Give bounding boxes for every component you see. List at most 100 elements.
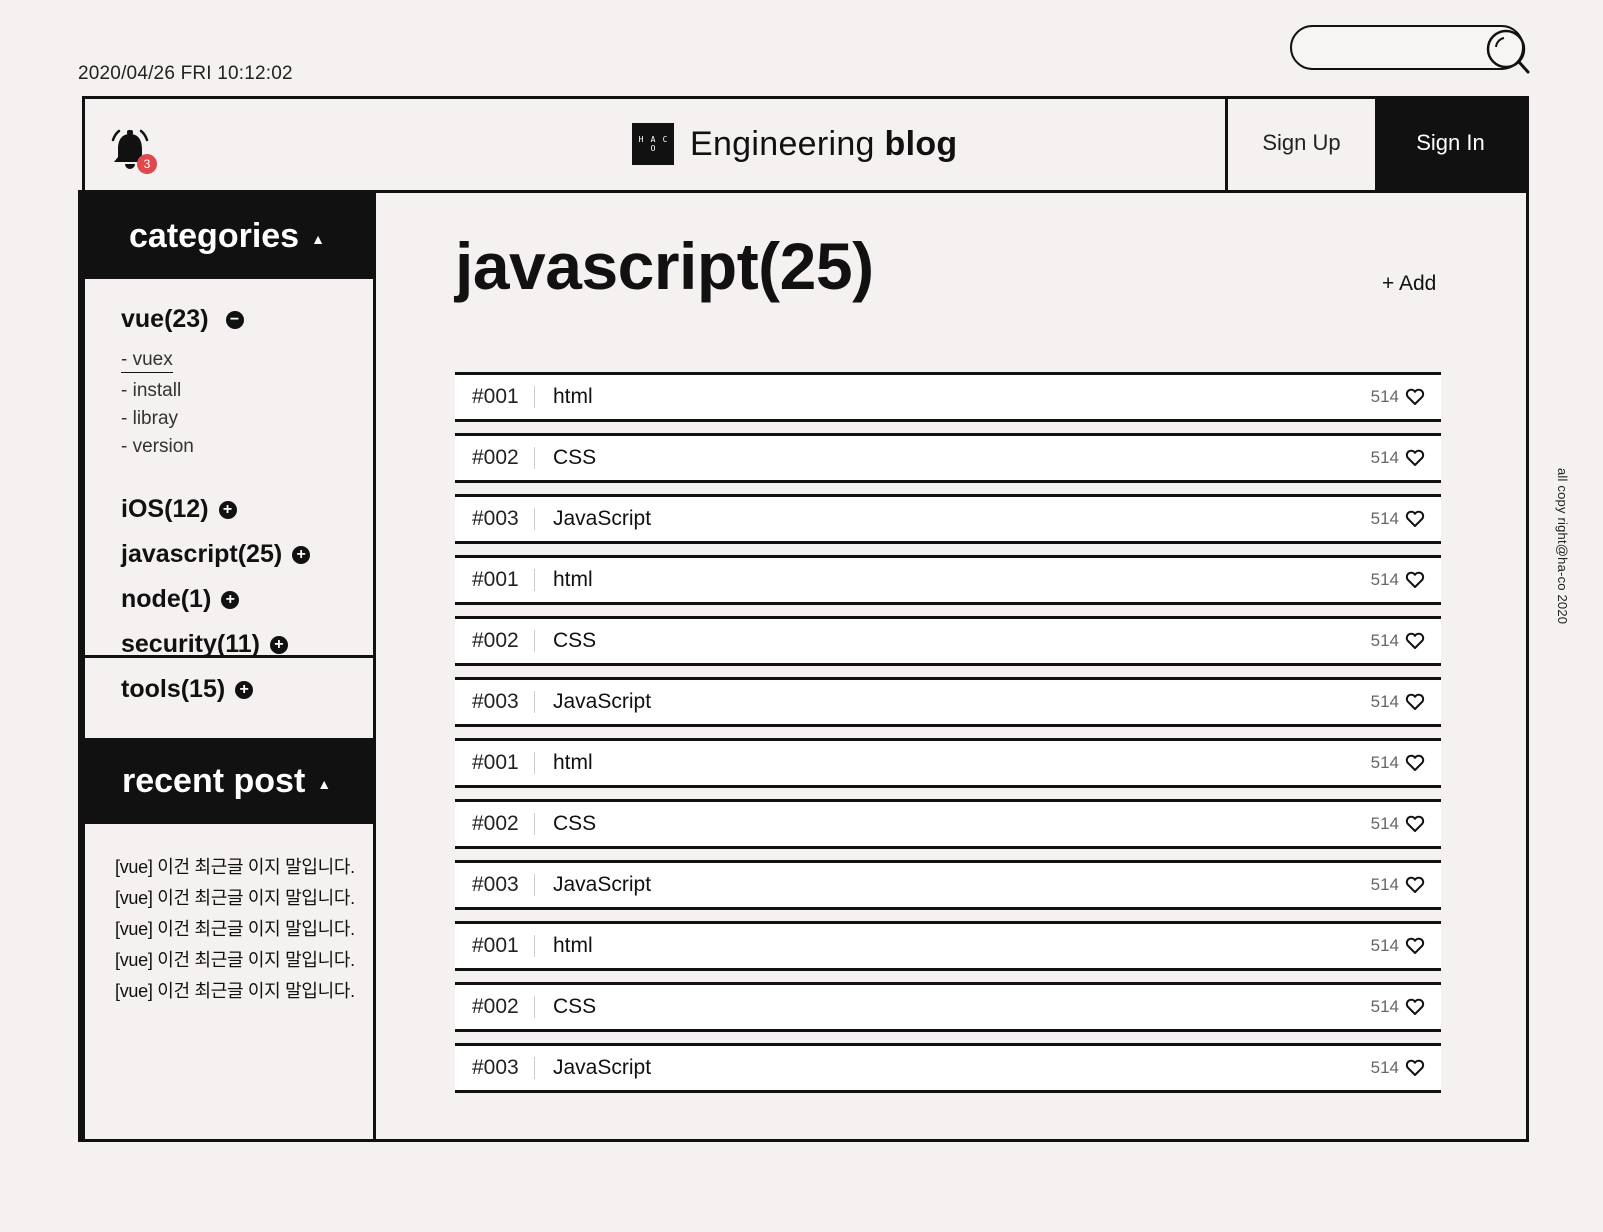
post-title[interactable]: CSS [535,446,1371,470]
category-item[interactable]: node(1) + [121,577,373,622]
heart-icon[interactable] [1405,998,1425,1016]
datetime: 2020/04/26 FRI 10:12:02 [78,63,293,84]
post-title[interactable]: CSS [535,812,1371,836]
recent-post-item[interactable]: [vue] 이건 최근글 이지 말입니다. [115,976,373,1007]
heart-icon[interactable] [1405,815,1425,833]
recent-post-item[interactable]: [vue] 이건 최근글 이지 말입니다. [115,914,373,945]
category-item[interactable]: iOS(12) + [121,487,373,532]
post-row[interactable]: #002 CSS 514 [455,982,1441,1032]
heart-icon[interactable] [1405,876,1425,894]
post-number: #001 [455,752,535,774]
subcategory-item[interactable]: - install [121,377,373,405]
notification-badge: 3 [137,154,157,174]
plus-circle-icon[interactable]: + [269,635,288,654]
search-input[interactable] [1310,35,1474,63]
post-row[interactable]: #001 html 514 [455,555,1441,605]
heart-icon[interactable] [1405,449,1425,467]
heart-icon[interactable] [1405,632,1425,650]
post-title[interactable]: JavaScript [535,873,1371,897]
add-post-button[interactable]: + Add [1382,272,1436,296]
heart-icon[interactable] [1405,754,1425,772]
post-title[interactable]: html [535,751,1371,775]
like-count: 514 [1370,1058,1399,1077]
post-row[interactable]: #001 html 514 [455,738,1441,788]
category-label: iOS(12) [121,495,209,523]
post-row[interactable]: #003 JavaScript 514 [455,1043,1441,1093]
post-row[interactable]: #003 JavaScript 514 [455,860,1441,910]
recent-post-header[interactable]: recent post ▲ [82,738,373,824]
brand-light: Engineering [690,124,875,163]
heart-icon[interactable] [1405,571,1425,589]
post-title[interactable]: CSS [535,995,1371,1019]
logo-letter: O [650,144,656,153]
recent-post-item[interactable]: [vue] 이건 최근글 이지 말입니다. [115,945,373,976]
like-count: 514 [1370,631,1399,650]
category-item[interactable]: security(11) + [121,622,373,667]
search-box[interactable] [1290,25,1530,74]
categories-header[interactable]: categories ▲ [82,193,373,279]
post-row[interactable]: #003 JavaScript 514 [455,494,1441,544]
post-number: #001 [455,386,535,408]
plus-circle-icon[interactable]: + [221,590,240,609]
post-title[interactable]: CSS [535,629,1371,653]
categories-title: categories [129,216,300,255]
post-row[interactable]: #001 html 514 [455,372,1441,422]
recent-post-title: recent post [122,761,306,800]
post-title[interactable]: html [535,385,1371,409]
like-count: 514 [1370,387,1399,406]
post-number: #002 [455,630,535,652]
post-title[interactable]: JavaScript [535,1056,1371,1080]
logo-letter: A [650,135,656,144]
category-label: node(1) [121,585,212,613]
post-row[interactable]: #002 CSS 514 [455,616,1441,666]
post-number: #003 [455,874,535,896]
subcategory-item[interactable]: - vuex [121,348,173,373]
category-item[interactable]: tools(15) + [121,667,373,712]
like-count: 514 [1370,875,1399,894]
post-number: #003 [455,508,535,530]
category-label: tools(15) [121,675,226,703]
recent-post-item[interactable]: [vue] 이건 최근글 이지 말입니다. [115,883,373,914]
caret-up-icon: ▲ [311,231,325,247]
heart-icon[interactable] [1405,937,1425,955]
post-title[interactable]: html [535,934,1371,958]
search-icon[interactable] [1482,25,1534,79]
post-row[interactable]: #001 html 514 [455,921,1441,971]
heart-icon[interactable] [1405,388,1425,406]
brand-bold: blog [884,124,958,163]
plus-circle-icon[interactable]: + [218,500,237,519]
logo-letter: H [638,135,644,144]
heart-icon[interactable] [1405,693,1425,711]
subcategory-item[interactable]: - libray [121,405,373,433]
subcategory-item[interactable]: - version [121,433,373,461]
like-count: 514 [1370,936,1399,955]
like-count: 514 [1370,753,1399,772]
post-number: #001 [455,935,535,957]
recent-post-item[interactable]: [vue] 이건 최근글 이지 말입니다. [115,852,373,883]
brand[interactable]: H A C O Engineering blog [632,122,957,166]
copyright-text: all copy right@ha-co 2020 [1555,468,1570,625]
heart-icon[interactable] [1405,1059,1425,1077]
post-title[interactable]: JavaScript [535,690,1371,714]
post-row[interactable]: #002 CSS 514 [455,799,1441,849]
heart-icon[interactable] [1405,510,1425,528]
like-count: 514 [1370,570,1399,589]
post-row[interactable]: #002 CSS 514 [455,433,1441,483]
brand-name: Engineering blog [690,125,957,164]
post-row[interactable]: #003 JavaScript 514 [455,677,1441,727]
category-item[interactable]: javascript(25) + [121,532,373,577]
sign-up-button[interactable]: Sign Up [1225,96,1375,190]
logo: H A C O [632,123,674,165]
page-title: javascript(25) [455,229,874,303]
like-count: 514 [1370,814,1399,833]
category-label: security(11) [121,630,260,658]
post-title[interactable]: html [535,568,1371,592]
plus-circle-icon[interactable]: + [235,680,254,699]
sign-in-button[interactable]: Sign In [1375,96,1526,190]
plus-circle-icon[interactable]: + [292,545,311,564]
post-list: #001 html 514 #002 CSS 514 #003 JavaScript 514… [455,372,1441,1104]
post-title[interactable]: JavaScript [535,507,1371,531]
caret-up-icon: ▲ [317,776,332,792]
minus-circle-icon[interactable]: − [225,310,244,329]
category-vue[interactable]: vue(23) − [121,305,373,334]
